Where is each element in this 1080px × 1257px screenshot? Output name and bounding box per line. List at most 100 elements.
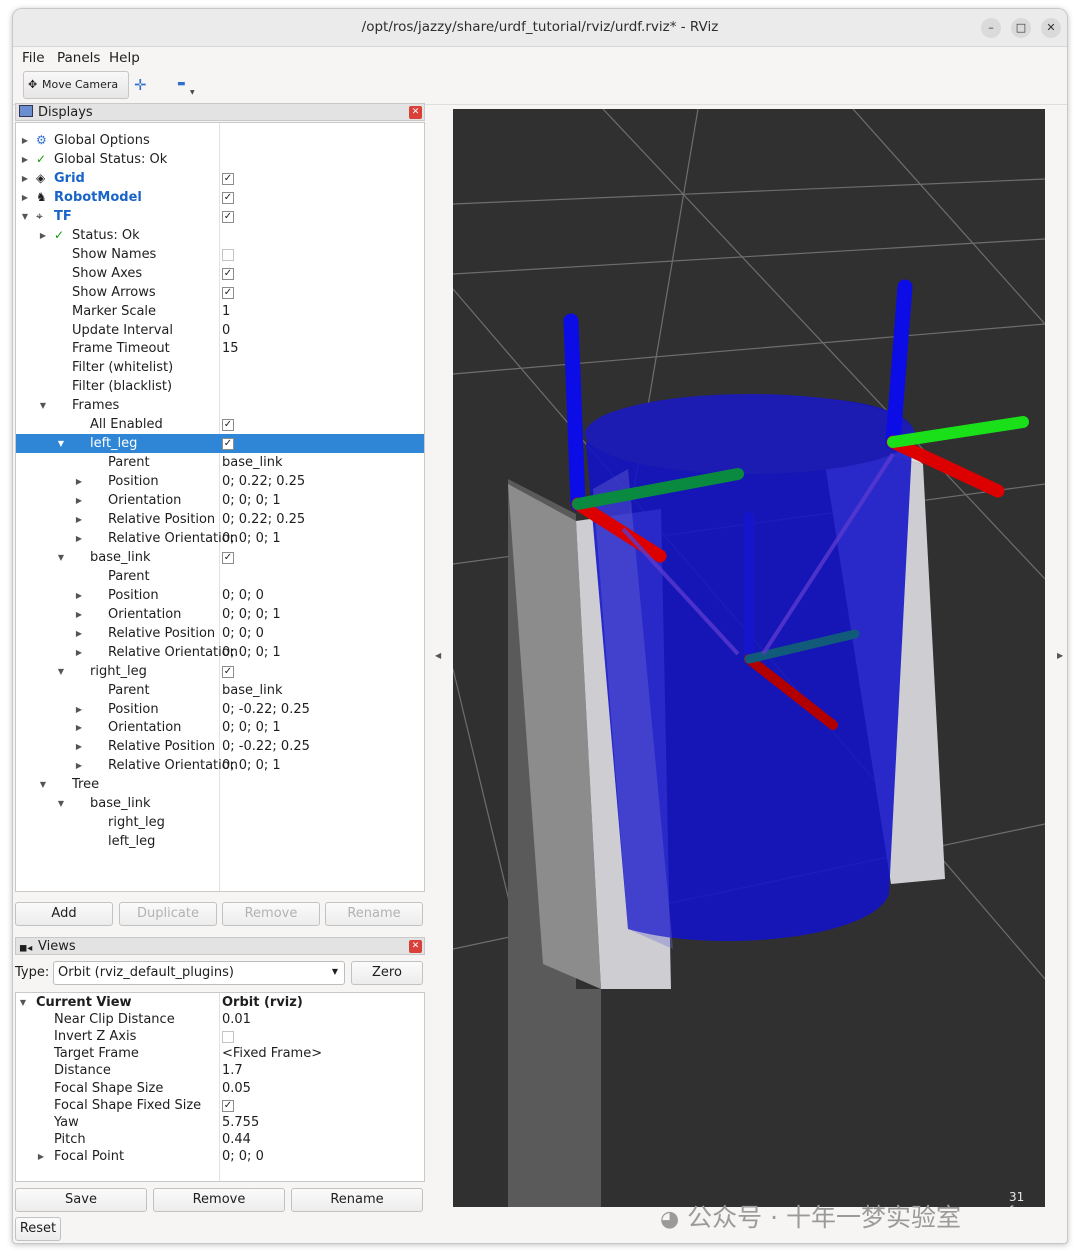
minimize-button[interactable]: – (981, 18, 1001, 38)
tool-menu-chevron-icon[interactable]: ▼ (190, 89, 195, 96)
checkbox[interactable] (222, 248, 234, 261)
tree-row[interactable]: Update Interval 0 (16, 321, 424, 340)
tree-row[interactable]: Filter (whitelist) (16, 358, 424, 377)
tree-row[interactable]: ▶ ♞ RobotModel ✓ (16, 188, 424, 207)
tree-row[interactable]: Show Axes ✓ (16, 264, 424, 283)
tree-row[interactable]: ▶ Orientation 0; 0; 0; 1 (16, 605, 424, 624)
tree-row[interactable]: ▶ Relative Orientation 0; 0; 0; 1 (16, 643, 424, 662)
expand-right-icon[interactable]: ▶ (74, 624, 84, 643)
expand-right-icon[interactable]: ▶ (74, 643, 84, 662)
expand-down-icon[interactable]: ▼ (20, 207, 30, 226)
views-close-icon[interactable]: ✕ (409, 940, 422, 953)
duplicate-display-button[interactable]: Duplicate (119, 902, 217, 926)
tree-row[interactable]: Marker Scale 1 (16, 302, 424, 321)
expand-right-icon[interactable]: ▶ (74, 756, 84, 775)
tree-row[interactable]: ▶ Orientation 0; 0; 0; 1 (16, 491, 424, 510)
expand-right-icon[interactable]: ▶ (36, 1147, 46, 1166)
add-tool-icon[interactable]: ✛ (134, 76, 147, 94)
tree-row[interactable]: Show Names (16, 245, 424, 264)
expand-right-icon[interactable]: ▶ (74, 605, 84, 624)
remove-view-button[interactable]: Remove (153, 1188, 285, 1212)
close-window-button[interactable]: ✕ (1041, 18, 1061, 38)
tree-row[interactable]: Parent (16, 567, 424, 586)
checkbox[interactable] (222, 1031, 234, 1044)
tree-row[interactable]: ▶ ◈ Grid ✓ (16, 169, 424, 188)
checkbox[interactable]: ✓ (222, 1099, 234, 1112)
tree-row[interactable]: All Enabled ✓ (16, 415, 424, 434)
tree-row[interactable]: ▶ Relative Orientation 0; 0; 0; 1 (16, 529, 424, 548)
checkbox[interactable]: ✓ (222, 286, 234, 299)
reset-button[interactable]: Reset (15, 1217, 61, 1241)
tree-row[interactable]: ▼ left_leg ✓ (16, 434, 424, 454)
expand-right-icon[interactable]: ▶ (74, 472, 84, 491)
expand-right-icon[interactable]: ▶ (38, 226, 48, 245)
move-camera-button[interactable]: ✥ Move Camera (23, 71, 129, 99)
save-view-button[interactable]: Save (15, 1188, 147, 1212)
checkbox[interactable]: ✓ (222, 419, 234, 432)
remove-display-button[interactable]: Remove (222, 902, 320, 926)
checkbox[interactable]: ✓ (222, 438, 234, 451)
tree-row[interactable]: ▼ Frames (16, 396, 424, 415)
expand-right-icon[interactable]: ▶ (74, 700, 84, 719)
expand-right-icon[interactable]: ▶ (20, 150, 30, 169)
expand-down-icon[interactable]: ▼ (38, 775, 48, 794)
expand-right-icon[interactable]: ▶ (74, 737, 84, 756)
tree-row[interactable]: ▼ base_link ✓ (16, 548, 424, 567)
expand-right-icon[interactable]: ▶ (74, 510, 84, 529)
expand-right-icon[interactable]: ▶ (74, 586, 84, 605)
tree-row[interactable]: ▶ Relative Position 0; -0.22; 0.25 (16, 737, 424, 756)
expand-right-icon[interactable]: ▶ (74, 718, 84, 737)
tree-row[interactable]: ▶ ✓ Status: Ok (16, 226, 424, 245)
tree-row[interactable]: ▶ Position 0; -0.22; 0.25 (16, 700, 424, 719)
expand-right-icon[interactable]: ▶ (20, 131, 30, 150)
menu-help[interactable]: Help (109, 50, 140, 66)
tree-row[interactable]: ▶ Position 0; 0; 0 (16, 586, 424, 605)
tree-row[interactable]: ▼ base_link (16, 794, 424, 813)
tree-row[interactable]: ▶ Position 0; 0.22; 0.25 (16, 472, 424, 491)
expand-down-icon[interactable]: ▼ (56, 548, 66, 567)
expand-right-icon[interactable]: ▶ (74, 529, 84, 548)
displays-close-icon[interactable]: ✕ (409, 106, 422, 119)
expand-down-icon[interactable]: ▼ (38, 396, 48, 415)
checkbox[interactable]: ✓ (222, 210, 234, 223)
remove-tool-icon[interactable]: ▬ (177, 79, 186, 89)
rename-display-button[interactable]: Rename (325, 902, 423, 926)
tree-row[interactable]: Frame Timeout 15 (16, 339, 424, 358)
tree-row[interactable]: ▼ Tree (16, 775, 424, 794)
tree-row[interactable]: Show Arrows ✓ (16, 283, 424, 302)
checkbox[interactable]: ✓ (222, 172, 234, 185)
menu-panels[interactable]: Panels (57, 50, 100, 66)
expand-right-icon[interactable]: ▶ (20, 169, 30, 188)
tree-row[interactable]: ▶ Relative Position 0; 0.22; 0.25 (16, 510, 424, 529)
tree-row[interactable]: ▼ ⌖ TF ✓ (16, 207, 424, 226)
checkbox[interactable]: ✓ (222, 191, 234, 204)
menu-file[interactable]: File (22, 50, 45, 66)
tree-row[interactable]: Parent base_link (16, 453, 424, 472)
checkbox[interactable]: ✓ (222, 267, 234, 280)
zero-button[interactable]: Zero (351, 961, 423, 985)
tree-row[interactable]: ▶ Orientation 0; 0; 0; 1 (16, 718, 424, 737)
expand-right-icon[interactable]: ▶ (74, 491, 84, 510)
tree-row[interactable]: ▶ ✓ Global Status: Ok (16, 150, 424, 169)
add-display-button[interactable]: Add (15, 902, 113, 926)
tree-row[interactable]: ▶ Relative Position 0; 0; 0 (16, 624, 424, 643)
rename-view-button[interactable]: Rename (291, 1188, 423, 1212)
tree-row[interactable]: ▼ right_leg ✓ (16, 662, 424, 681)
views-tree[interactable]: ▼ Current View Orbit (rviz) Near Clip Dista… (15, 992, 425, 1182)
tree-row[interactable]: ▶ ⚙ Global Options (16, 131, 424, 150)
checkbox[interactable]: ✓ (222, 551, 234, 564)
displays-tree[interactable]: ▶ ⚙ Global Options ▶ ✓ Global Status: Ok ▶ ◈ Gri… (15, 122, 425, 892)
title-bar[interactable]: /opt/ros/jazzy/share/urdf_tutorial/rviz/… (13, 9, 1067, 47)
tree-row[interactable]: ▶ Relative Orientation 0; 0; 0; 1 (16, 756, 424, 775)
tree-row[interactable]: ▶ Focal Point 0; 0; 0 (16, 1147, 424, 1166)
tree-row[interactable]: Parent base_link (16, 681, 424, 700)
view-type-select[interactable]: Orbit (rviz_default_plugins) ▼ (53, 961, 345, 985)
expand-down-icon[interactable]: ▼ (56, 662, 66, 681)
left-splitter-arrow-icon[interactable]: ◀ (435, 651, 441, 660)
checkbox[interactable]: ✓ (222, 665, 234, 678)
tree-row[interactable]: left_leg (16, 832, 424, 851)
tree-row[interactable]: Filter (blacklist) (16, 377, 424, 396)
expand-right-icon[interactable]: ▶ (20, 188, 30, 207)
expand-down-icon[interactable]: ▼ (56, 794, 66, 813)
expand-down-icon[interactable]: ▼ (56, 434, 66, 453)
